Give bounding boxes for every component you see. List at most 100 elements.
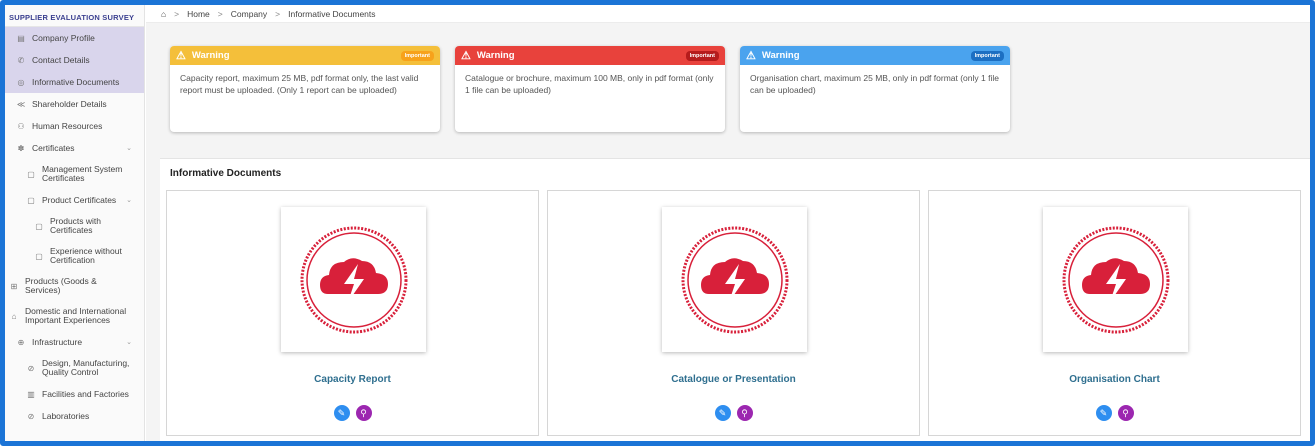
document-card-organisation-chart: Organisation Chart ✎ ⚲ xyxy=(928,190,1301,436)
sidebar-item-label: Laboratories xyxy=(42,411,90,421)
sidebar-item-products-with-certificates[interactable]: ▢ Products with Certificates xyxy=(5,211,144,241)
breadcrumb-separator: > xyxy=(174,8,180,19)
card-title: Capacity Report xyxy=(314,374,391,385)
sidebar-item-laboratories[interactable]: ⊘ Laboratories xyxy=(5,405,144,427)
pencil-icon: ✎ xyxy=(1099,407,1108,418)
card-actions: ✎ ⚲ xyxy=(929,405,1300,421)
sidebar-item-label: Contact Details xyxy=(32,55,90,65)
warning-text: Catalogue or brochure, maximum 100 MB, o… xyxy=(465,73,714,95)
home-icon[interactable]: ⌂ xyxy=(161,9,166,19)
warning-card-capacity: ⚠ Warning Important Capacity report, max… xyxy=(170,46,440,132)
breadcrumb-home[interactable]: Home xyxy=(187,9,210,19)
breadcrumb-current: Informative Documents xyxy=(288,8,376,19)
file-icon: ▢ xyxy=(35,251,43,261)
building-icon: ▤ xyxy=(17,33,25,43)
warning-icon: ⚠ xyxy=(746,50,756,62)
card-actions: ✎ ⚲ xyxy=(548,405,919,421)
document-card-capacity-report: Capacity Report ✎ ⚲ xyxy=(166,190,539,436)
warning-header: ⚠ Warning Important xyxy=(455,46,725,65)
card-actions: ✎ ⚲ xyxy=(167,405,538,421)
breadcrumb-separator: > xyxy=(217,8,223,19)
warning-cards: ⚠ Warning Important Capacity report, max… xyxy=(170,46,1025,132)
sidebar-item-label: Infrastructure xyxy=(32,337,83,347)
sidebar-item-informative-documents[interactable]: ◎ Informative Documents xyxy=(5,71,144,93)
magnifier-icon: ⚲ xyxy=(1122,407,1129,418)
cloud-upload-error-icon xyxy=(1062,226,1169,333)
sidebar-item-label: Human Resources xyxy=(32,121,103,131)
important-badge: Important xyxy=(970,50,1004,61)
sidebar-item-label: Product Certificates xyxy=(42,195,117,205)
grid-icon: ⊞ xyxy=(10,281,18,291)
sidebar-item-human-resources[interactable]: ⚇ Human Resources xyxy=(5,115,144,137)
phone-icon: ✆ xyxy=(17,55,25,65)
sidebar-item-label: Products with Certificates xyxy=(50,216,102,235)
sidebar-item-label: Products (Goods & Services) xyxy=(25,276,97,295)
cloud-upload-error-icon xyxy=(681,226,788,333)
sidebar-item-infrastructure[interactable]: ⊕ Infrastructure ⌄ xyxy=(5,331,144,353)
pencil-icon: ✎ xyxy=(718,407,727,418)
magnifier-icon: ⚲ xyxy=(360,407,367,418)
pencil-icon: ✎ xyxy=(337,407,346,418)
section-title: Informative Documents xyxy=(170,168,282,179)
chevron-down-icon: ⌄ xyxy=(126,145,132,152)
sidebar-item-label: Informative Documents xyxy=(32,77,120,87)
app-frame: SUPPLIER EVALUATION SURVEY ▤ Company Pro… xyxy=(0,0,1315,446)
compass-icon: ⊘ xyxy=(27,411,35,421)
people-icon: ⚇ xyxy=(17,121,25,131)
sidebar-item-domestic-international-experiences[interactable]: ⌂ Domestic and International Important E… xyxy=(5,301,144,331)
sidebar-item-facilities-factories[interactable]: ▥ Facilities and Factories xyxy=(5,383,144,405)
sidebar-item-label: Company Profile xyxy=(32,33,95,43)
magnifier-icon: ⚲ xyxy=(741,407,748,418)
document-thumbnail[interactable] xyxy=(1043,207,1188,352)
warning-card-catalogue: ⚠ Warning Important Catalogue or brochur… xyxy=(455,46,725,132)
edit-button[interactable]: ✎ xyxy=(333,405,350,421)
warning-card-organisation: ⚠ Warning Important Organisation chart, … xyxy=(740,46,1010,132)
document-thumbnail[interactable] xyxy=(662,207,807,352)
sidebar-item-label: Experience without Certification xyxy=(50,246,122,265)
document-cards: Capacity Report ✎ ⚲ Catalogue or Present… xyxy=(166,190,1309,436)
breadcrumb-company[interactable]: Company xyxy=(231,9,267,19)
sidebar-item-contact-details[interactable]: ✆ Contact Details xyxy=(5,49,144,71)
view-button[interactable]: ⚲ xyxy=(355,405,372,421)
sidebar-item-product-certificates[interactable]: ▢ Product Certificates ⌄ xyxy=(5,189,144,211)
cloud-upload-error-icon xyxy=(300,226,407,333)
chevron-down-icon: ⌄ xyxy=(126,339,132,346)
view-button[interactable]: ⚲ xyxy=(1117,405,1134,421)
breadcrumb-separator: > xyxy=(275,8,281,19)
sidebar-title: SUPPLIER EVALUATION SURVEY xyxy=(5,5,144,27)
warning-header: ⚠ Warning Important xyxy=(740,46,1010,65)
sidebar-item-label: Design, Manufacturing, Quality Control xyxy=(42,358,130,377)
sidebar-item-products-goods-services[interactable]: ⊞ Products (Goods & Services) xyxy=(5,271,144,301)
warning-title: Warning xyxy=(191,50,230,61)
warning-text: Organisation chart, maximum 25 MB, only … xyxy=(750,73,999,95)
chevron-down-icon: ⌄ xyxy=(126,197,132,204)
check-circle-icon: ⊘ xyxy=(27,363,35,373)
edit-button[interactable]: ✎ xyxy=(714,405,731,421)
important-badge: Important xyxy=(685,50,719,61)
document-card-catalogue: Catalogue or Presentation ✎ ⚲ xyxy=(547,190,920,436)
sidebar-item-certificates[interactable]: ✽ Certificates ⌄ xyxy=(5,137,144,159)
card-title: Organisation Chart xyxy=(1069,374,1160,385)
edit-button[interactable]: ✎ xyxy=(1095,405,1112,421)
sidebar-item-company-profile[interactable]: ▤ Company Profile xyxy=(5,27,144,49)
sidebar-item-label: Shareholder Details xyxy=(32,99,107,109)
sidebar: SUPPLIER EVALUATION SURVEY ▤ Company Pro… xyxy=(5,5,145,441)
sidebar-item-experience-without-certification[interactable]: ▢ Experience without Certification xyxy=(5,241,144,271)
file-icon: ▢ xyxy=(27,195,35,205)
briefcase-icon: ⌂ xyxy=(11,311,17,321)
breadcrumb: ⌂ > Home > Company > Informative Documen… xyxy=(146,5,1310,23)
sidebar-item-shareholder-details[interactable]: ≪ Shareholder Details xyxy=(5,93,144,115)
share-icon: ≪ xyxy=(16,99,26,109)
informative-documents-panel: Informative Documents Capacity Report ✎ xyxy=(160,158,1310,441)
sidebar-item-label: Management System Certificates xyxy=(42,164,123,183)
main-content: ⌂ > Home > Company > Informative Documen… xyxy=(146,5,1310,441)
warning-icon: ⚠ xyxy=(176,50,186,62)
view-button[interactable]: ⚲ xyxy=(736,405,753,421)
important-badge: Important xyxy=(400,50,434,61)
warning-icon: ⚠ xyxy=(461,50,471,62)
certificate-icon: ✽ xyxy=(17,143,25,153)
sidebar-item-design-manufacturing-quality[interactable]: ⊘ Design, Manufacturing, Quality Control xyxy=(5,353,144,383)
warning-text: Capacity report, maximum 25 MB, pdf form… xyxy=(180,73,419,95)
document-thumbnail[interactable] xyxy=(281,207,426,352)
sidebar-item-management-system-certificates[interactable]: ▢ Management System Certificates xyxy=(5,159,144,189)
